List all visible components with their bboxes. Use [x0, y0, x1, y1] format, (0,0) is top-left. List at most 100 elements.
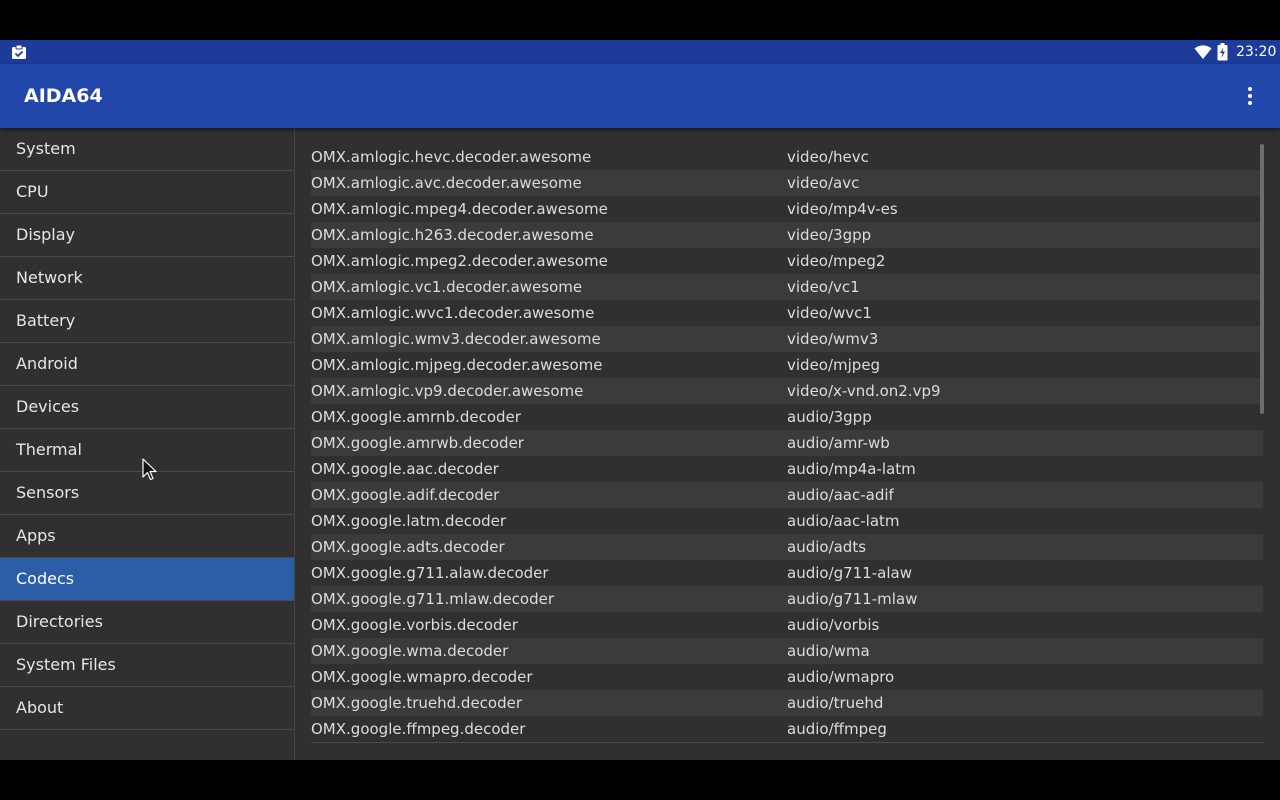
- sidebar-item-label: Display: [16, 225, 75, 244]
- sidebar-item-codecs[interactable]: Codecs: [0, 558, 294, 601]
- codec-row: OMX.google.adts.decoder audio/adts: [311, 534, 1263, 560]
- codec-type: audio/g711-mlaw: [787, 590, 918, 608]
- codec-name: OMX.amlogic.mpeg2.decoder.awesome: [311, 252, 608, 270]
- codec-name: OMX.google.adif.decoder: [311, 486, 500, 504]
- app-title: AIDA64: [24, 85, 103, 107]
- codec-type: video/wmv3: [787, 330, 879, 348]
- sidebar-item-label: About: [16, 698, 64, 717]
- sidebar-item-label: Sensors: [16, 483, 80, 502]
- sidebar-item-devices[interactable]: Devices: [0, 386, 294, 429]
- sidebar-item-label: Thermal: [16, 440, 82, 459]
- sidebar-item-label: Directories: [16, 612, 103, 631]
- codec-name: OMX.amlogic.h263.decoder.awesome: [311, 226, 594, 244]
- codec-row: OMX.google.wmapro.decoder audio/wmapro: [311, 664, 1263, 690]
- codec-type: audio/aac-latm: [787, 512, 900, 530]
- sidebar-item-thermal[interactable]: Thermal: [0, 429, 294, 472]
- codec-list: OMX.amlogic.hevc.decoder.awesome video/he…: [311, 144, 1263, 742]
- codec-type: audio/wma: [787, 642, 870, 660]
- sidebar-item-network[interactable]: Network: [0, 257, 294, 300]
- codec-name: OMX.amlogic.hevc.decoder.awesome: [311, 148, 592, 166]
- codec-row: OMX.amlogic.mpeg2.decoder.awesome video/m…: [311, 248, 1263, 274]
- codec-type: video/wvc1: [787, 304, 872, 322]
- codec-type: audio/ffmpeg: [787, 720, 887, 738]
- codec-name: OMX.google.latm.decoder: [311, 512, 507, 530]
- screen-bottom-border: [0, 760, 1280, 800]
- codec-row: OMX.google.amrnb.decoder audio/3gpp: [311, 404, 1263, 430]
- codec-type: audio/g711-alaw: [787, 564, 913, 582]
- codec-row: OMX.amlogic.wmv3.decoder.awesome video/wm…: [311, 326, 1263, 352]
- status-bar: 23:20: [0, 40, 1280, 64]
- sidebar-item-android[interactable]: Android: [0, 343, 294, 386]
- status-clock: 23:20: [1236, 44, 1277, 60]
- codec-name: OMX.google.wmapro.decoder: [311, 668, 533, 686]
- sidebar-item-label: System: [16, 139, 76, 158]
- codec-name: OMX.amlogic.wmv3.decoder.awesome: [311, 330, 601, 348]
- codec-row: OMX.google.g711.mlaw.decoder audio/g711-m…: [311, 586, 1263, 612]
- codec-type: audio/vorbis: [787, 616, 880, 634]
- codec-row: OMX.google.latm.decoder audio/aac-latm: [311, 508, 1263, 534]
- codec-type: audio/wmapro: [787, 668, 895, 686]
- sidebar-item-label: Android: [16, 354, 78, 373]
- codec-type: video/3gpp: [787, 226, 872, 244]
- codec-name: OMX.amlogic.mpeg4.decoder.awesome: [311, 200, 608, 218]
- more-vert-icon[interactable]: [1238, 82, 1262, 110]
- screen-top-border: [0, 0, 1280, 40]
- codec-row: OMX.amlogic.vc1.decoder.awesome video/vc1: [311, 274, 1263, 300]
- codec-type: video/x-vnd.on2.vp9: [787, 382, 941, 400]
- sidebar-item-display[interactable]: Display: [0, 214, 294, 257]
- codec-name: OMX.google.vorbis.decoder: [311, 616, 518, 634]
- codec-row: OMX.google.ffmpeg.decoder audio/ffmpeg: [311, 716, 1263, 742]
- wifi-icon: [1194, 45, 1212, 59]
- sidebar-item-apps[interactable]: Apps: [0, 515, 294, 558]
- sidebar: System CPU Display Network Battery Andro…: [0, 128, 295, 760]
- codec-type: audio/truehd: [787, 694, 884, 712]
- sidebar-item-label: Apps: [16, 526, 56, 545]
- codec-type: audio/amr-wb: [787, 434, 890, 452]
- codec-name: OMX.google.aac.decoder: [311, 460, 499, 478]
- battery-charging-icon: [1217, 43, 1228, 61]
- codec-row: OMX.google.truehd.decoder audio/truehd: [311, 690, 1263, 716]
- codec-name: OMX.google.amrnb.decoder: [311, 408, 521, 426]
- sidebar-item-sensors[interactable]: Sensors: [0, 472, 294, 515]
- codec-row: OMX.google.wma.decoder audio/wma: [311, 638, 1263, 664]
- sidebar-item-label: Network: [16, 268, 83, 287]
- sidebar-item-cpu[interactable]: CPU: [0, 171, 294, 214]
- sidebar-item-label: Battery: [16, 311, 76, 330]
- codec-name: OMX.amlogic.vc1.decoder.awesome: [311, 278, 583, 296]
- sidebar-item-battery[interactable]: Battery: [0, 300, 294, 343]
- sidebar-item-system-files[interactable]: System Files: [0, 644, 294, 687]
- codec-type: video/mjpeg: [787, 356, 881, 374]
- codec-type: audio/aac-adif: [787, 486, 894, 504]
- codec-name: OMX.amlogic.mjpeg.decoder.awesome: [311, 356, 603, 374]
- codec-type: audio/mp4a-latm: [787, 460, 916, 478]
- codec-type: video/vc1: [787, 278, 860, 296]
- codec-row: OMX.google.vorbis.decoder audio/vorbis: [311, 612, 1263, 638]
- sidebar-item-about[interactable]: About: [0, 687, 294, 730]
- sidebar-item-system[interactable]: System: [0, 128, 294, 171]
- codec-name: OMX.google.amrwb.decoder: [311, 434, 524, 452]
- codec-type: audio/adts: [787, 538, 867, 556]
- codec-name: OMX.google.ffmpeg.decoder: [311, 720, 526, 738]
- list-divider: [311, 742, 1263, 743]
- codec-name: OMX.google.adts.decoder: [311, 538, 505, 556]
- codec-type: audio/3gpp: [787, 408, 872, 426]
- list-scrollbar[interactable]: [1260, 144, 1264, 414]
- codec-type: video/hevc: [787, 148, 869, 166]
- codec-row: OMX.google.g711.alaw.decoder audio/g711-a…: [311, 560, 1263, 586]
- codec-type: video/avc: [787, 174, 860, 192]
- codec-name: OMX.amlogic.avc.decoder.awesome: [311, 174, 582, 192]
- codec-row: OMX.google.amrwb.decoder audio/amr-wb: [311, 430, 1263, 456]
- sidebar-item-directories[interactable]: Directories: [0, 601, 294, 644]
- codec-name: OMX.amlogic.wvc1.decoder.awesome: [311, 304, 595, 322]
- sidebar-item-label: Devices: [16, 397, 80, 416]
- sidebar-item-label: System Files: [16, 655, 116, 674]
- codec-type: video/mp4v-es: [787, 200, 898, 218]
- sidebar-item-label: CPU: [16, 182, 49, 201]
- codec-row: OMX.amlogic.avc.decoder.awesome video/avc: [311, 170, 1263, 196]
- codec-name: OMX.google.truehd.decoder: [311, 694, 523, 712]
- main-content: System CPU Display Network Battery Andro…: [0, 128, 1280, 760]
- codec-row: OMX.amlogic.wvc1.decoder.awesome video/wv…: [311, 300, 1263, 326]
- codec-row: OMX.amlogic.mpeg4.decoder.awesome video/m…: [311, 196, 1263, 222]
- codec-name: OMX.amlogic.vp9.decoder.awesome: [311, 382, 584, 400]
- sidebar-item-label: Codecs: [16, 569, 75, 588]
